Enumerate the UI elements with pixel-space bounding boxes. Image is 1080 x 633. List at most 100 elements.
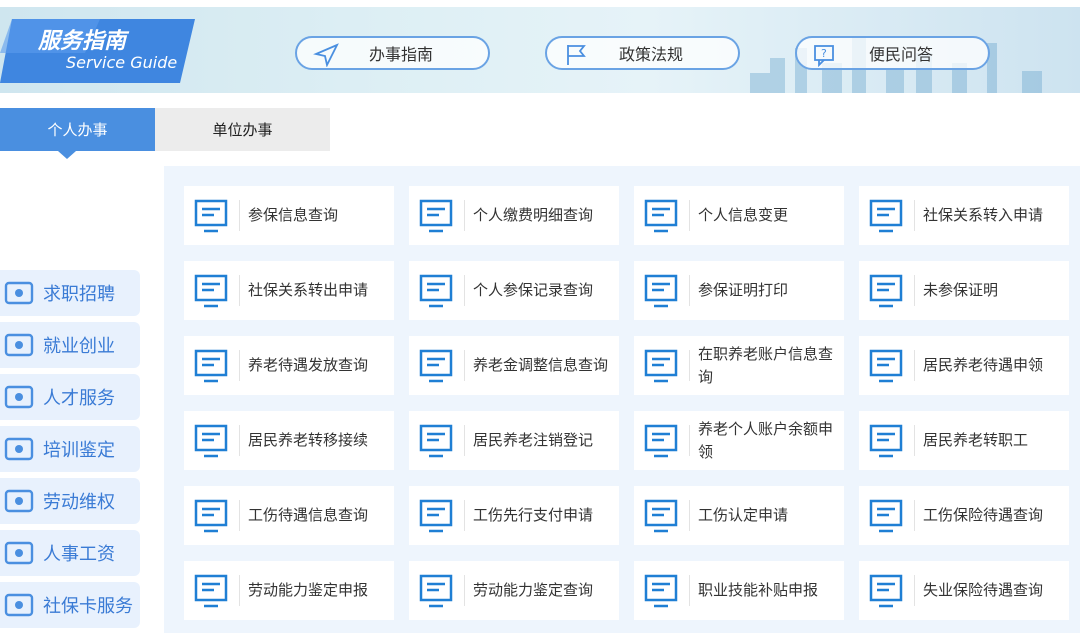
sidebar-item-label: 人事工资 <box>43 544 115 565</box>
sidebar-item-0[interactable]: 求职招聘 <box>0 270 140 316</box>
service-card[interactable]: 居民养老注销登记 <box>409 411 619 470</box>
sidebar-item-5[interactable]: 人事工资 <box>0 530 140 576</box>
svg-text:?: ? <box>821 47 827 60</box>
briefcase-icon <box>4 333 34 357</box>
service-card[interactable]: 个人信息变更 <box>634 186 844 245</box>
service-card[interactable]: 社保关系转入申请 <box>859 186 1069 245</box>
graduation-cap-icon <box>4 385 34 409</box>
service-card[interactable]: 工伤保险待遇查询 <box>859 486 1069 545</box>
service-label: 劳动能力鉴定查询 <box>473 581 594 599</box>
service-icon <box>194 424 228 458</box>
nav-qa-label: 便民问答 <box>869 45 934 64</box>
sidebar-item-2[interactable]: 人才服务 <box>0 374 140 420</box>
service-icon <box>644 349 678 383</box>
service-card[interactable]: 工伤认定申请 <box>634 486 844 545</box>
service-label: 失业保险待遇查询 <box>923 581 1044 599</box>
service-icon <box>194 349 228 383</box>
service-label: 个人信息变更 <box>698 206 789 224</box>
service-icon <box>644 574 678 608</box>
tab-company[interactable]: 单位办事 <box>155 108 330 151</box>
question-chat-icon: ? <box>814 45 834 67</box>
service-icon <box>194 274 228 308</box>
nav-guide-label: 办事指南 <box>369 45 434 64</box>
nav-qa-button[interactable]: ? 便民问答 <box>795 36 990 70</box>
service-label: 居民养老转职工 <box>923 431 1029 449</box>
gavel-icon <box>4 489 34 513</box>
service-card[interactable]: 养老待遇发放查询 <box>184 336 394 395</box>
service-card[interactable]: 养老金调整信息查询 <box>409 336 619 395</box>
sidebar-item-label: 就业创业 <box>43 336 115 357</box>
service-card[interactable]: 个人缴费明细查询 <box>409 186 619 245</box>
tab-personal[interactable]: 个人办事 <box>0 108 155 151</box>
service-label: 劳动能力鉴定申报 <box>248 581 369 599</box>
service-icon <box>194 199 228 233</box>
service-card[interactable]: 居民养老转职工 <box>859 411 1069 470</box>
service-card[interactable]: 未参保证明 <box>859 261 1069 320</box>
sidebar-item-4[interactable]: 劳动维权 <box>0 478 140 524</box>
logo: 服务指南 Service Guide <box>0 19 195 83</box>
nav-policy-label: 政策法规 <box>619 45 684 64</box>
service-icon <box>644 274 678 308</box>
service-icon <box>869 349 903 383</box>
service-label: 工伤先行支付申请 <box>473 506 594 524</box>
service-icon <box>194 574 228 608</box>
service-icon <box>419 274 453 308</box>
service-icon <box>644 424 678 458</box>
service-label: 职业技能补贴申报 <box>698 581 819 599</box>
sidebar-item-label: 求职招聘 <box>43 284 115 305</box>
service-label: 居民养老注销登记 <box>473 431 594 449</box>
service-label: 参保证明打印 <box>698 281 789 299</box>
navigation-arrow-icon <box>313 43 339 67</box>
sidebar-item-label: 劳动维权 <box>43 492 115 513</box>
service-card[interactable]: 职业技能补贴申报 <box>634 561 844 620</box>
service-icon <box>194 499 228 533</box>
service-label: 工伤待遇信息查询 <box>248 506 369 524</box>
service-card[interactable]: 养老个人账户余额申领 <box>634 411 844 470</box>
service-icon <box>419 424 453 458</box>
service-icon <box>419 349 453 383</box>
service-card[interactable]: 居民养老待遇申领 <box>859 336 1069 395</box>
service-icon <box>869 199 903 233</box>
sidebar-item-label: 社保卡服务 <box>43 596 133 617</box>
service-card[interactable]: 工伤待遇信息查询 <box>184 486 394 545</box>
service-label: 工伤认定申请 <box>698 506 789 524</box>
cards-icon <box>4 593 34 617</box>
service-card[interactable]: 在职养老账户信息查询 <box>634 336 844 395</box>
service-card[interactable]: 劳动能力鉴定申报 <box>184 561 394 620</box>
service-card[interactable]: 劳动能力鉴定查询 <box>409 561 619 620</box>
nav-guide-button[interactable]: 办事指南 <box>295 36 490 70</box>
service-label: 社保关系转出申请 <box>248 281 369 299</box>
flag-icon <box>567 45 586 65</box>
service-label: 养老个人账户余额申领 <box>698 419 834 461</box>
service-icon <box>869 499 903 533</box>
service-label: 养老金调整信息查询 <box>473 356 609 374</box>
service-card[interactable]: 社保关系转出申请 <box>184 261 394 320</box>
service-label: 养老待遇发放查询 <box>248 356 369 374</box>
service-label: 参保信息查询 <box>248 206 339 224</box>
sidebar-item-3[interactable]: 培训鉴定 <box>0 426 140 472</box>
active-tab-caret <box>58 151 76 159</box>
sidebar-item-label: 培训鉴定 <box>43 440 115 461</box>
speaker-podium-icon <box>4 281 34 305</box>
service-card[interactable]: 工伤先行支付申请 <box>409 486 619 545</box>
service-icon <box>419 199 453 233</box>
service-card[interactable]: 个人参保记录查询 <box>409 261 619 320</box>
service-card[interactable]: 居民养老转移接续 <box>184 411 394 470</box>
service-card[interactable]: 参保信息查询 <box>184 186 394 245</box>
book-search-icon <box>4 437 34 461</box>
sidebar-item-label: 人才服务 <box>43 388 115 409</box>
service-label: 工伤保险待遇查询 <box>923 506 1044 524</box>
service-card[interactable]: 参保证明打印 <box>634 261 844 320</box>
service-label: 未参保证明 <box>923 281 999 299</box>
service-label: 个人参保记录查询 <box>473 281 594 299</box>
sidebar-item-6[interactable]: 社保卡服务 <box>0 582 140 628</box>
sidebar-item-1[interactable]: 就业创业 <box>0 322 140 368</box>
service-card[interactable]: 失业保险待遇查询 <box>859 561 1069 620</box>
service-icon <box>869 424 903 458</box>
service-icon <box>419 499 453 533</box>
nav-policy-button[interactable]: 政策法规 <box>545 36 740 70</box>
service-icon <box>869 574 903 608</box>
service-label: 居民养老转移接续 <box>248 431 369 449</box>
service-icon <box>644 499 678 533</box>
logo-subtitle: Service Guide <box>66 53 178 72</box>
